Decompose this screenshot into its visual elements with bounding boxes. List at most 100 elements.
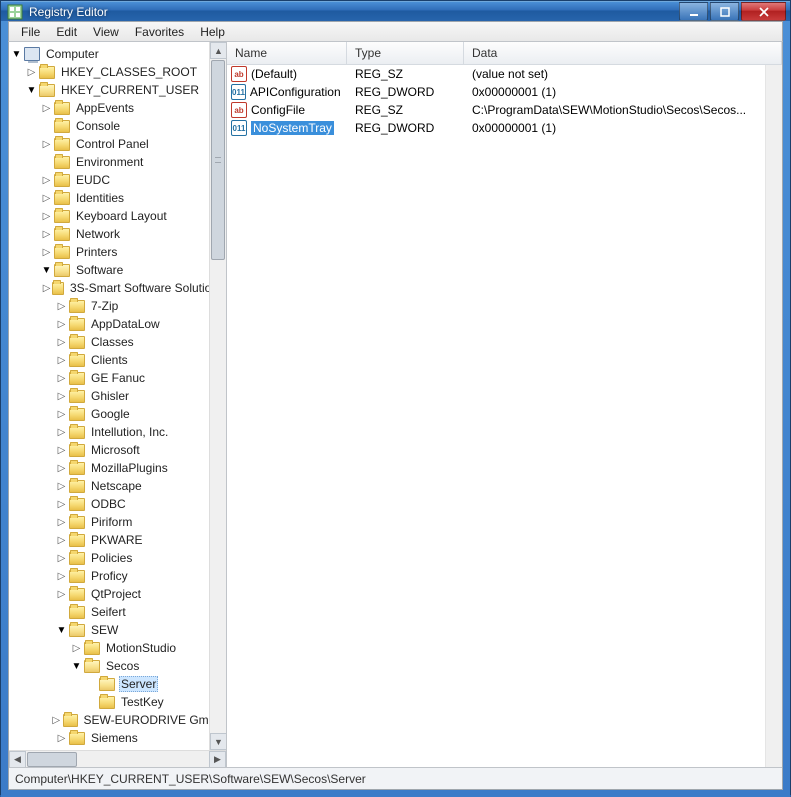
menu-help[interactable]: Help	[192, 23, 233, 41]
tree-node[interactable]: ▷Keyboard Layout	[9, 207, 226, 225]
expand-icon[interactable]: ▷	[54, 301, 69, 312]
tree-node[interactable]: ▷EUDC	[9, 171, 226, 189]
collapse-icon[interactable]: ▼	[24, 85, 39, 96]
expand-icon[interactable]: ▷	[41, 283, 52, 294]
tree-node[interactable]: ▷7-Zip	[9, 297, 226, 315]
menu-view[interactable]: View	[85, 23, 127, 41]
tree-node[interactable]: ▷AppDataLow	[9, 315, 226, 333]
tree-node-hkcu[interactable]: ▼HKEY_CURRENT_USER	[9, 81, 226, 99]
expand-icon[interactable]: ▷	[54, 733, 69, 744]
expand-icon[interactable]: ▷	[39, 247, 54, 258]
tree-node[interactable]: ▷Proficy	[9, 567, 226, 585]
expand-icon[interactable]: ▷	[54, 391, 69, 402]
expand-icon[interactable]: ▷	[54, 337, 69, 348]
tree-node[interactable]: ▷Control Panel	[9, 135, 226, 153]
list-row-selected[interactable]: 011NoSystemTrayREG_DWORD0x00000001 (1)	[227, 119, 782, 137]
tree-node[interactable]: ▷PKWARE	[9, 531, 226, 549]
tree-node[interactable]: ▷Classes	[9, 333, 226, 351]
tree-node[interactable]: ▷SEW-EURODRIVE GmbH	[9, 711, 226, 729]
expand-icon[interactable]: ▷	[39, 103, 54, 114]
tree-node[interactable]: ▷ODBC	[9, 495, 226, 513]
expand-icon[interactable]: ▷	[39, 229, 54, 240]
scroll-thumb[interactable]	[27, 752, 77, 767]
tree-node-server[interactable]: Server	[9, 675, 226, 693]
menu-favorites[interactable]: Favorites	[127, 23, 192, 41]
tree-node[interactable]: ▷Google	[9, 405, 226, 423]
collapse-icon[interactable]: ▼	[69, 661, 84, 672]
registry-tree[interactable]: ▼Computer ▷HKEY_CLASSES_ROOT ▼HKEY_CURRE…	[9, 42, 227, 767]
tree-node[interactable]: Environment	[9, 153, 226, 171]
tree-node[interactable]: ▷Siemens	[9, 729, 226, 747]
tree-node[interactable]: ▷Network	[9, 225, 226, 243]
expand-icon[interactable]: ▷	[24, 67, 39, 78]
expand-icon[interactable]: ▷	[54, 319, 69, 330]
list-row[interactable]: ab(Default)REG_SZ(value not set)	[227, 65, 782, 83]
tree-node[interactable]: ▷MotionStudio	[9, 639, 226, 657]
menu-file[interactable]: File	[13, 23, 48, 41]
column-header-name[interactable]: Name	[227, 42, 347, 64]
tree-node[interactable]: ▷Netscape	[9, 477, 226, 495]
expand-icon[interactable]: ▷	[54, 517, 69, 528]
tree-node[interactable]: ▷3S-Smart Software Solutions	[9, 279, 226, 297]
expand-icon[interactable]: ▷	[54, 571, 69, 582]
expand-icon[interactable]: ▷	[69, 643, 84, 654]
tree-node[interactable]: ▷Ghisler	[9, 387, 226, 405]
list-vertical-scrollbar[interactable]	[765, 65, 782, 767]
tree-node-secos[interactable]: ▼Secos	[9, 657, 226, 675]
tree-node[interactable]: ▷GE Fanuc	[9, 369, 226, 387]
expand-icon[interactable]: ▷	[39, 175, 54, 186]
tree-node[interactable]: Console	[9, 117, 226, 135]
tree-node[interactable]: ▷Identities	[9, 189, 226, 207]
close-button[interactable]	[741, 2, 786, 21]
expand-icon[interactable]: ▷	[54, 499, 69, 510]
expand-icon[interactable]: ▷	[54, 535, 69, 546]
tree-vertical-scrollbar[interactable]: ▲▼	[209, 42, 226, 750]
expand-icon[interactable]: ▷	[54, 373, 69, 384]
tree-node[interactable]: ▷QtProject	[9, 585, 226, 603]
collapse-icon[interactable]: ▼	[54, 625, 69, 636]
values-list[interactable]: Name Type Data ab(Default)REG_SZ(value n…	[227, 42, 782, 767]
column-header-type[interactable]: Type	[347, 42, 464, 64]
expand-icon[interactable]: ▷	[39, 211, 54, 222]
tree-node[interactable]: ▷Intellution, Inc.	[9, 423, 226, 441]
tree-node[interactable]: ▷Piriform	[9, 513, 226, 531]
tree-node-hkcr[interactable]: ▷HKEY_CLASSES_ROOT	[9, 63, 226, 81]
scroll-left-icon[interactable]: ◀	[9, 751, 26, 767]
expand-icon[interactable]: ▷	[49, 715, 62, 726]
tree-node-sew[interactable]: ▼SEW	[9, 621, 226, 639]
expand-icon[interactable]: ▷	[54, 463, 69, 474]
tree-horizontal-scrollbar[interactable]: ◀▶	[9, 750, 226, 767]
expand-icon[interactable]: ▷	[54, 589, 69, 600]
tree-node[interactable]: ▷Microsoft	[9, 441, 226, 459]
tree-node-software[interactable]: ▼Software	[9, 261, 226, 279]
tree-node[interactable]: ▷AppEvents	[9, 99, 226, 117]
title-bar[interactable]: Registry Editor	[1, 1, 790, 21]
collapse-icon[interactable]: ▼	[9, 49, 24, 60]
menu-edit[interactable]: Edit	[48, 23, 85, 41]
tree-node[interactable]: ▷Clients	[9, 351, 226, 369]
tree-node[interactable]: ▷MozillaPlugins	[9, 459, 226, 477]
list-row[interactable]: abConfigFileREG_SZC:\ProgramData\SEW\Mot…	[227, 101, 782, 119]
collapse-icon[interactable]: ▼	[39, 265, 54, 276]
scroll-down-icon[interactable]: ▼	[210, 733, 227, 750]
tree-node-computer[interactable]: ▼Computer	[9, 45, 226, 63]
tree-node[interactable]: Seifert	[9, 603, 226, 621]
scroll-right-icon[interactable]: ▶	[209, 751, 226, 767]
expand-icon[interactable]: ▷	[54, 355, 69, 366]
column-header-data[interactable]: Data	[464, 42, 782, 64]
scroll-up-icon[interactable]: ▲	[210, 42, 227, 59]
expand-icon[interactable]: ▷	[39, 193, 54, 204]
maximize-button[interactable]	[710, 2, 739, 21]
expand-icon[interactable]: ▷	[54, 445, 69, 456]
tree-node[interactable]: TestKey	[9, 693, 226, 711]
scroll-thumb[interactable]	[211, 60, 225, 260]
tree-node[interactable]: ▷Printers	[9, 243, 226, 261]
minimize-button[interactable]	[679, 2, 708, 21]
expand-icon[interactable]: ▷	[54, 409, 69, 420]
list-row[interactable]: 011APIConfigurationREG_DWORD0x00000001 (…	[227, 83, 782, 101]
expand-icon[interactable]: ▷	[54, 427, 69, 438]
expand-icon[interactable]: ▷	[54, 553, 69, 564]
tree-node[interactable]: ▷Policies	[9, 549, 226, 567]
expand-icon[interactable]: ▷	[39, 139, 54, 150]
expand-icon[interactable]: ▷	[54, 481, 69, 492]
